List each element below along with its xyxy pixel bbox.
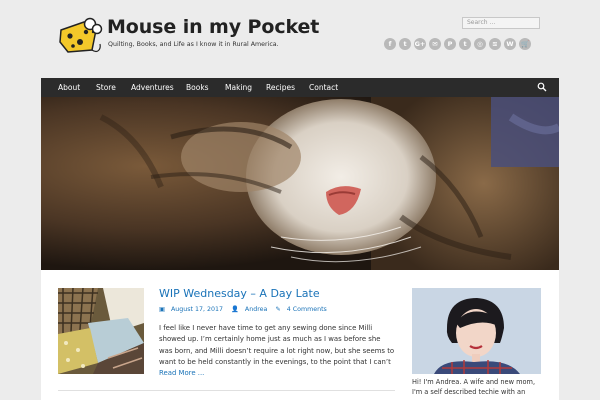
site-logo[interactable] xyxy=(58,16,104,58)
author-intro: Hi! I'm Andrea. A wife and new mom, I'm … xyxy=(412,378,536,396)
post-comments[interactable]: 4 Comments xyxy=(287,306,327,313)
search-icon[interactable] xyxy=(537,82,547,92)
calendar-icon: ▣ xyxy=(159,306,165,313)
post-excerpt: I feel like I never have time to get any… xyxy=(159,323,395,379)
cart-icon[interactable]: 🛒 xyxy=(519,38,531,50)
post-date[interactable]: August 17, 2017 xyxy=(171,306,223,313)
nav-item-contact[interactable]: Contact xyxy=(309,78,338,97)
post-excerpt-text: I feel like I never have time to get any… xyxy=(159,324,395,366)
nav-item-store[interactable]: Store xyxy=(96,78,116,97)
tumblr-icon[interactable]: t xyxy=(459,38,471,50)
facebook-icon[interactable]: f xyxy=(384,38,396,50)
comment-icon: ✎ xyxy=(275,306,281,313)
nav-item-about[interactable]: About xyxy=(58,78,80,97)
wordpress-icon[interactable]: W xyxy=(504,38,516,50)
post-thumbnail[interactable] xyxy=(58,288,144,374)
pinterest-icon[interactable]: P xyxy=(444,38,456,50)
nav-item-making[interactable]: Making xyxy=(225,78,252,97)
read-more-link[interactable]: Read More ... xyxy=(159,369,204,377)
email-icon[interactable]: ✉ xyxy=(429,38,441,50)
hero-image xyxy=(41,97,559,270)
divider xyxy=(58,390,395,391)
google-plus-icon[interactable]: G+ xyxy=(414,38,426,50)
content-area: WIP Wednesday – A Day Late ▣ August 17, 2… xyxy=(41,270,559,400)
user-icon: 👤 xyxy=(231,306,239,313)
post-meta: ▣ August 17, 2017 👤 Andrea ✎ 4 Comments xyxy=(159,305,333,313)
spotify-icon[interactable]: ≋ xyxy=(489,38,501,50)
author-photo xyxy=(412,288,541,374)
nav-item-adventures[interactable]: Adventures xyxy=(131,78,174,97)
nav-item-books[interactable]: Books xyxy=(186,78,209,97)
site-title[interactable]: Mouse in my Pocket xyxy=(107,16,319,38)
post-author[interactable]: Andrea xyxy=(245,306,267,313)
main-nav: About Store Adventures Books Making Reci… xyxy=(41,78,559,97)
social-icons: f t G+ ✉ P t ◎ ≋ W 🛒 xyxy=(384,38,531,50)
post-title[interactable]: WIP Wednesday – A Day Late xyxy=(159,287,320,300)
search-input[interactable]: Search ... xyxy=(462,17,540,29)
nav-item-recipes[interactable]: Recipes xyxy=(266,78,295,97)
twitter-icon[interactable]: t xyxy=(399,38,411,50)
site-tagline: Quilting, Books, and Life as I know it i… xyxy=(108,41,279,48)
instagram-icon[interactable]: ◎ xyxy=(474,38,486,50)
